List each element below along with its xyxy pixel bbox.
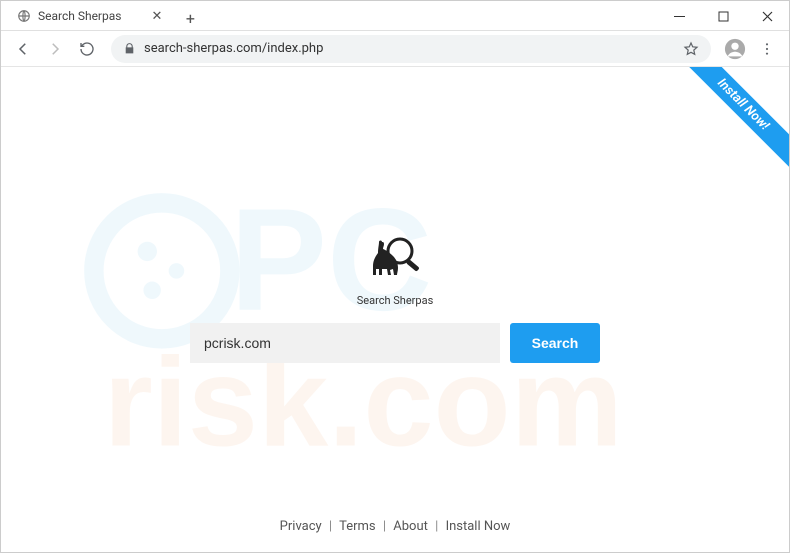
footer-sep: | <box>383 519 386 534</box>
search-center: Search Sherpas Search <box>190 232 600 363</box>
address-bar[interactable]: search-sherpas.com/index.php <box>111 35 711 63</box>
window-controls <box>657 1 789 31</box>
bookmark-star-icon[interactable] <box>683 41 699 57</box>
globe-icon <box>17 9 31 23</box>
kebab-menu-icon[interactable] <box>753 35 781 63</box>
account-icon[interactable] <box>721 35 749 63</box>
maximize-button[interactable] <box>701 1 745 31</box>
close-window-button[interactable] <box>745 1 789 31</box>
lock-icon <box>123 42 136 55</box>
search-input[interactable] <box>190 323 500 363</box>
footer-sep: | <box>435 519 438 534</box>
install-ribbon-button[interactable]: Install Now! <box>671 67 789 176</box>
browser-toolbar: search-sherpas.com/index.php <box>1 31 789 67</box>
install-ribbon-label: Install Now! <box>714 76 772 134</box>
new-tab-button[interactable]: + <box>178 6 202 30</box>
footer-link-about[interactable]: About <box>393 519 428 534</box>
footer-link-install-now[interactable]: Install Now <box>446 519 511 534</box>
footer-link-terms[interactable]: Terms <box>339 519 376 534</box>
titlebar: Search Sherpas ✕ + <box>1 1 789 31</box>
search-row: Search <box>190 323 600 363</box>
footer-sep: | <box>329 519 332 534</box>
minimize-button[interactable] <box>657 1 701 31</box>
tab-title: Search Sherpas <box>38 9 121 23</box>
search-button[interactable]: Search <box>510 323 600 363</box>
install-ribbon: Install Now! <box>671 67 789 185</box>
reload-button[interactable] <box>73 35 101 63</box>
url-text: search-sherpas.com/index.php <box>144 41 323 56</box>
page-content: PC risk.com Install Now! Sear <box>1 67 789 552</box>
footer-link-privacy[interactable]: Privacy <box>280 519 322 534</box>
browser-tab[interactable]: Search Sherpas ✕ <box>7 2 170 30</box>
brand-logo <box>360 232 430 292</box>
forward-button[interactable] <box>41 35 69 63</box>
back-button[interactable] <box>9 35 37 63</box>
footer-links: Privacy | Terms | About | Install Now <box>1 519 789 534</box>
tab-close-icon[interactable]: ✕ <box>151 9 162 24</box>
browser-window: Search Sherpas ✕ + <box>0 0 790 553</box>
brand-name: Search Sherpas <box>357 294 434 307</box>
